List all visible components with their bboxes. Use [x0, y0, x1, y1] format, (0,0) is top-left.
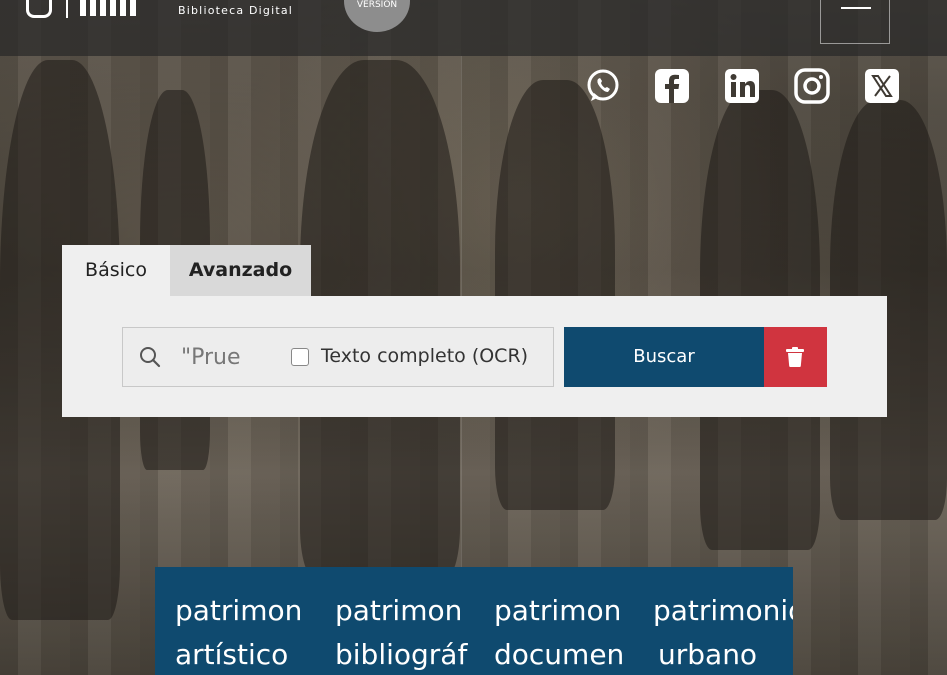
facebook-icon[interactable]: [654, 68, 690, 104]
trash-icon: [786, 347, 804, 367]
search-input[interactable]: [181, 342, 243, 372]
search-field-container: Texto completo (OCR): [122, 327, 554, 387]
ocr-checkbox-label[interactable]: Texto completo (OCR): [321, 345, 528, 367]
search-button[interactable]: Buscar: [564, 327, 764, 387]
category-urban-line2[interactable]: urbano: [658, 633, 793, 675]
category-bibliographic-line1[interactable]: patrimon: [335, 589, 475, 633]
logo-separator: [66, 0, 68, 18]
hamburger-icon: [841, 7, 871, 9]
x-icon[interactable]: [864, 68, 900, 104]
category-artistic-line2[interactable]: artístico: [175, 633, 320, 675]
heritage-categories: patrimon artístico patrimon bibliográf p…: [155, 567, 793, 675]
instagram-icon[interactable]: [794, 68, 830, 104]
city-logo-icon[interactable]: [26, 0, 52, 18]
category-urban-line1[interactable]: patrimonio: [653, 589, 793, 633]
category-bibliographic-line2[interactable]: bibliográf: [335, 633, 475, 675]
ocr-checkbox[interactable]: [291, 348, 309, 366]
version-badge-label: VERSION: [356, 0, 398, 10]
category-documentary-line1[interactable]: patrimon: [494, 589, 634, 633]
brand-subtitle: Biblioteca Digital: [178, 4, 294, 17]
tab-advanced[interactable]: Avanzado: [170, 245, 311, 296]
category-documentary-line2[interactable]: documen: [494, 633, 634, 675]
clear-search-button[interactable]: [764, 327, 827, 387]
top-navigation-bar: Biblioteca Digital VERSION: [0, 0, 947, 56]
tab-basic[interactable]: Básico: [62, 245, 170, 296]
checkered-logo-icon: [80, 0, 136, 16]
category-artistic-line1[interactable]: patrimon: [175, 589, 320, 633]
menu-button[interactable]: [820, 0, 890, 44]
version-badge[interactable]: VERSION: [344, 0, 410, 32]
whatsapp-icon[interactable]: [585, 68, 621, 104]
linkedin-icon[interactable]: [724, 68, 760, 104]
search-icon: [140, 347, 161, 368]
